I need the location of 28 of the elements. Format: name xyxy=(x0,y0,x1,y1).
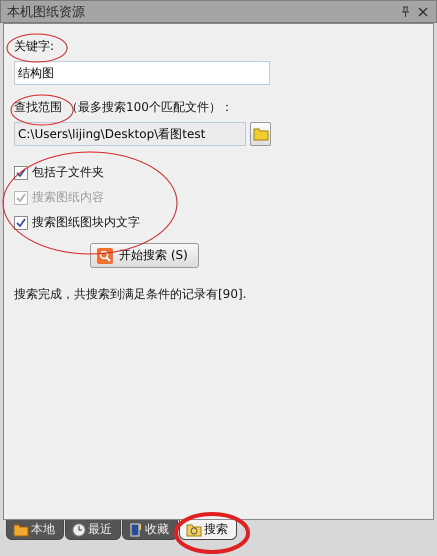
scope-hint: （最多搜索100个匹配文件）： xyxy=(66,99,233,116)
folder-icon xyxy=(13,522,29,536)
path-field[interactable]: C:\Users\lijing\Desktop\看图test xyxy=(14,122,246,146)
close-button[interactable] xyxy=(416,6,430,17)
search-icon xyxy=(97,248,113,264)
option-label: 搜索图纸内容 xyxy=(32,189,104,206)
browse-button[interactable] xyxy=(250,122,271,146)
book-icon xyxy=(129,522,143,536)
annotation-ellipse xyxy=(10,94,74,126)
option-label: 搜索图纸图块内文字 xyxy=(32,214,140,231)
tab[interactable]: 搜索 xyxy=(179,520,237,540)
search-folder-icon xyxy=(186,522,202,536)
window-title: 本机图纸资源 xyxy=(7,4,85,20)
pin-button[interactable] xyxy=(399,6,412,17)
clock-icon xyxy=(72,522,86,536)
status-message: 搜索完成，共搜索到满足条件的记录有[90]. xyxy=(14,286,248,303)
tab[interactable]: 本地 xyxy=(6,520,64,540)
folder-icon xyxy=(252,128,268,140)
search-button[interactable]: 开始搜索 (S) xyxy=(90,243,199,268)
checkbox[interactable] xyxy=(14,216,28,230)
annotation-ellipse xyxy=(6,34,68,62)
keyword-field[interactable]: 结构图 xyxy=(14,61,270,85)
scope-label: 查找范围 xyxy=(14,99,62,116)
tab[interactable]: 收藏 xyxy=(122,520,178,540)
keyword-label: 关键字: xyxy=(14,38,54,55)
checkbox[interactable] xyxy=(14,166,28,180)
option-label: 包括子文件夹 xyxy=(32,164,104,181)
tab[interactable]: 最近 xyxy=(65,520,121,540)
